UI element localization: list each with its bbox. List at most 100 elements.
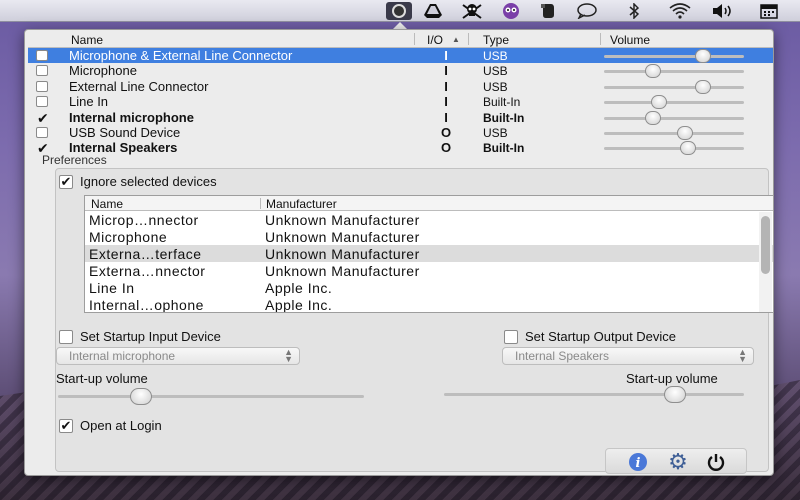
column-header-name[interactable]: Name: [91, 197, 123, 211]
device-type: USB: [483, 64, 508, 79]
device-row[interactable]: Microphone & External Line Connector I USB: [28, 48, 773, 64]
slider-knob[interactable]: [129, 388, 152, 405]
manufacturer-row[interactable]: Microphone Unknown Manufacturer: [85, 228, 773, 245]
chat-icon[interactable]: [575, 2, 599, 20]
slider-knob[interactable]: [695, 79, 712, 94]
open-at-login-label: Open at Login: [80, 418, 162, 433]
manufacturer-row[interactable]: Line In Apple Inc.: [85, 279, 773, 296]
manufacturer-name: Apple Inc.: [265, 297, 333, 313]
power-icon[interactable]: [706, 452, 726, 472]
device-checkbox[interactable]: [36, 96, 48, 108]
slider-knob[interactable]: [645, 110, 661, 125]
preferences-box: ✔ Ignore selected devices Name Manufactu…: [55, 168, 774, 472]
device-checkbox[interactable]: [36, 80, 48, 92]
volume-icon[interactable]: [710, 2, 736, 20]
device-volume-slider[interactable]: [604, 49, 744, 63]
preferences-label: Preferences: [42, 153, 107, 167]
startup-input-popup[interactable]: Internal microphone ▲ ▼: [56, 347, 300, 365]
startup-output-label: Set Startup Output Device: [525, 329, 677, 344]
slider-knob[interactable]: [680, 141, 696, 156]
owl-icon[interactable]: [500, 2, 522, 20]
column-header-volume[interactable]: Volume: [610, 33, 650, 47]
ignore-selected-checkbox[interactable]: ✔ Ignore selected devices: [59, 174, 217, 189]
slider-knob[interactable]: [695, 49, 712, 63]
device-row[interactable]: External Line Connector I USB: [28, 79, 773, 94]
device-type: Built-In: [483, 141, 525, 156]
manufacturer-row[interactable]: Externa…nnector Unknown Manufacturer: [85, 262, 773, 279]
updown-arrows-icon: ▲ ▼: [738, 347, 747, 364]
device-type: USB: [483, 79, 508, 94]
soundsource-panel: Name I/O ▲ Type Volume Microphone & Exte…: [24, 29, 774, 476]
device-checkbox[interactable]: ✔: [36, 111, 49, 125]
startup-output-checkbox[interactable]: Set Startup Output Device: [504, 329, 676, 344]
device-volume-slider[interactable]: [604, 79, 744, 94]
startup-input-checkbox[interactable]: Set Startup Input Device: [59, 329, 221, 344]
manufacturer-row[interactable]: Externa…terface Unknown Manufacturer: [85, 245, 773, 262]
startup-output-volume-slider[interactable]: [444, 386, 744, 403]
bottom-toolbar: i ⚙: [605, 448, 747, 474]
gear-icon[interactable]: ⚙: [668, 449, 688, 474]
calendar-icon[interactable]: [758, 2, 780, 20]
device-volume-slider[interactable]: [604, 141, 744, 156]
open-at-login-checkbox[interactable]: ✔ Open at Login: [59, 418, 162, 433]
updown-arrows-icon: ▲ ▼: [284, 347, 293, 364]
device-io: O: [440, 140, 452, 156]
slider-knob[interactable]: [650, 95, 667, 110]
info-icon[interactable]: i: [628, 452, 648, 472]
device-io: O: [440, 124, 452, 140]
startup-volume-right-label: Start-up volume: [626, 371, 718, 386]
device-name: Microphone & External Line Connector: [69, 48, 293, 63]
manufacturer-device-name: Line In: [89, 280, 135, 296]
slider-knob[interactable]: [645, 64, 661, 79]
device-checkbox[interactable]: [36, 126, 48, 138]
device-type: USB: [483, 49, 508, 63]
device-row[interactable]: ✔ Internal Speakers O Built-In: [28, 140, 773, 156]
manufacturer-rows: Microp…nnector Unknown Manufacturer Microp…: [85, 211, 773, 313]
device-row[interactable]: USB Sound Device O USB: [28, 125, 773, 140]
wifi-icon[interactable]: [666, 2, 694, 20]
device-volume-slider[interactable]: [604, 64, 744, 79]
manufacturer-device-name: Internal…ophone: [89, 297, 204, 313]
manufacturer-name: Unknown Manufacturer: [265, 212, 420, 228]
device-type: Built-In: [483, 95, 521, 110]
device-row[interactable]: ✔ Internal microphone I Built-In: [28, 110, 773, 125]
device-name: External Line Connector: [69, 78, 209, 94]
manufacturer-table-header: Name Manufacturer: [85, 196, 773, 211]
startup-output-value: Internal Speakers: [515, 349, 610, 363]
device-volume-slider[interactable]: [604, 125, 744, 140]
device-checkbox[interactable]: [36, 65, 48, 77]
checkbox-box[interactable]: ✔: [59, 174, 73, 189]
column-header-io[interactable]: I/O: [427, 33, 443, 47]
column-header-type[interactable]: Type: [483, 33, 509, 47]
checkbox-box[interactable]: [59, 329, 73, 344]
device-type: Built-In: [483, 110, 525, 125]
soundsource-icon[interactable]: [386, 2, 412, 20]
slider-knob[interactable]: [664, 386, 686, 403]
column-header-name[interactable]: Name: [71, 33, 103, 47]
device-volume-slider[interactable]: [604, 95, 744, 110]
device-io: I: [444, 109, 448, 125]
manufacturer-row[interactable]: Internal…ophone Apple Inc.: [85, 296, 773, 313]
drive-icon[interactable]: [422, 2, 444, 20]
sort-arrow-icon: ▲: [452, 35, 460, 44]
column-header-manufacturer[interactable]: Manufacturer: [266, 197, 337, 211]
device-type: USB: [483, 125, 508, 140]
device-io: I: [444, 63, 448, 79]
device-checkbox[interactable]: [36, 50, 48, 61]
info-glyph: i: [636, 456, 641, 471]
device-row[interactable]: Microphone I USB: [28, 63, 773, 79]
startup-input-volume-slider[interactable]: [58, 388, 364, 405]
device-volume-slider[interactable]: [604, 110, 744, 125]
startup-output-popup[interactable]: Internal Speakers ▲ ▼: [502, 347, 754, 365]
device-row[interactable]: Line In I Built-In: [28, 94, 773, 110]
device-io: I: [444, 94, 448, 110]
manufacturer-row[interactable]: Microp…nnector Unknown Manufacturer: [85, 211, 773, 228]
slider-knob[interactable]: [677, 125, 694, 140]
device-checkbox[interactable]: ✔: [36, 141, 49, 155]
evernote-icon[interactable]: [538, 2, 558, 20]
skull-icon[interactable]: [460, 2, 484, 20]
checkbox-box[interactable]: ✔: [59, 418, 73, 433]
bluetooth-icon[interactable]: [625, 2, 643, 20]
scrollbar-thumb[interactable]: [761, 216, 770, 274]
checkbox-box[interactable]: [504, 329, 518, 344]
